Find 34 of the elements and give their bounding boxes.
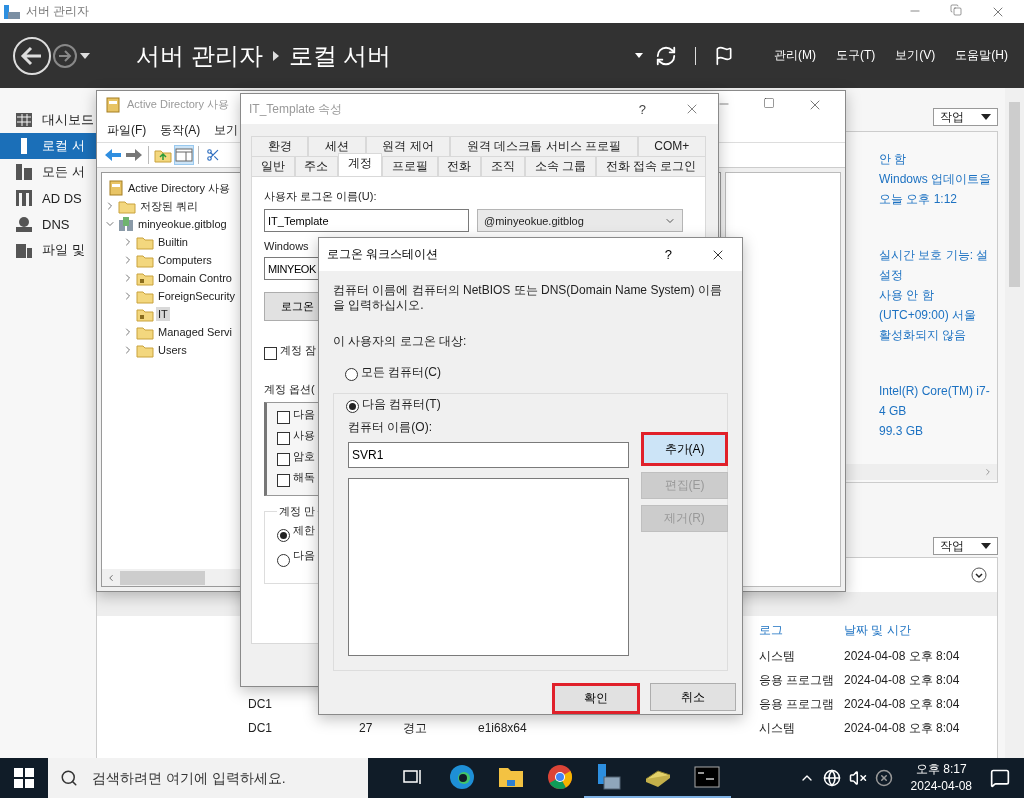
checkbox-label: 사용	[293, 428, 315, 443]
table-cell: e1i68x64	[478, 721, 527, 735]
field-label: 사용자 로그온 이름(U):	[264, 189, 377, 204]
checkbox-label: 암호	[293, 449, 315, 464]
table-cell: DC1	[248, 697, 272, 711]
table-cell: 2024-04-08 오후 8:04	[844, 648, 960, 663]
table-cell: 응용 프로그램	[759, 672, 835, 687]
table-cell: 2024-04-08 오후 8:04	[844, 672, 960, 687]
radio-label: 다음	[293, 548, 315, 563]
window-title: 서버 관리자	[26, 3, 90, 20]
table-cell: 경고	[403, 720, 427, 735]
instructions-text: 컴퓨터 이름에 컴퓨터의 NetBIOS 또는 DNS(Domain Name System) 이름을 입력하십시오.	[333, 283, 723, 313]
radio-label: 모든 컴퓨터(C)	[361, 364, 441, 381]
window-title: IT_Template 속성	[249, 100, 343, 118]
table-cell: 시스템	[759, 648, 795, 663]
checkbox-label: 다음	[293, 407, 315, 422]
table-cell: 시스템	[759, 720, 795, 735]
field-label: Windows	[264, 240, 309, 252]
table-cell: DC1	[248, 721, 272, 735]
table-cell: 27	[359, 721, 373, 735]
checkbox-label: 해독	[293, 470, 315, 485]
dialog-title: 로그온 워크스테이션	[327, 246, 439, 263]
table-cell: 응용 프로그램	[759, 696, 835, 711]
radio-label: 제한	[293, 523, 315, 538]
checkbox-label: 계정 잠	[280, 343, 317, 358]
field-label: 컴퓨터 이름(O):	[348, 419, 432, 436]
field-label: 계정 옵션(	[264, 382, 315, 397]
table-cell: 2024-04-08 오후 8:04	[844, 720, 960, 735]
window-title: Active Directory 사용	[127, 97, 230, 112]
group-label: 계정 만	[278, 504, 317, 519]
breadcrumb-item: 로컬 서버	[288, 40, 392, 71]
radio-label: 다음 컴퓨터(T)	[362, 396, 441, 413]
table-cell: 2024-04-08 오후 8:04	[844, 696, 960, 711]
field-label: 이 사용자의 로그온 대상:	[333, 333, 467, 350]
